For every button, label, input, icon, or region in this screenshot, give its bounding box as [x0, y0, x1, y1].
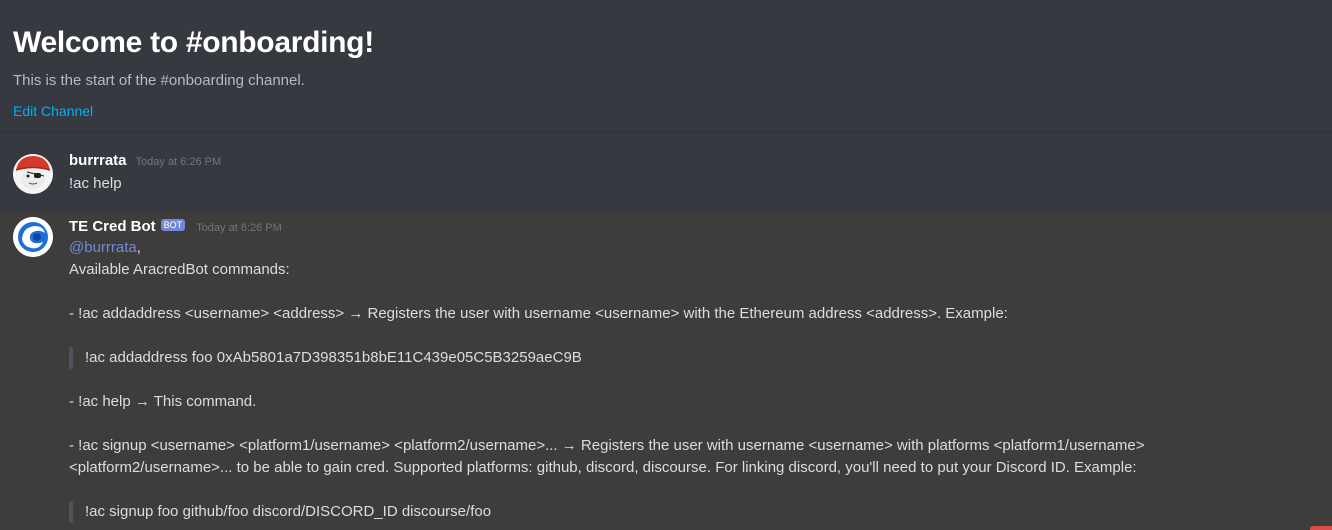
message-content: !ac help	[69, 173, 122, 195]
channel-welcome: Welcome to #onboarding! This is the star…	[0, 0, 1332, 130]
message[interactable]: burrrata Today at 6:26 PM !ac help	[0, 140, 1332, 212]
mention-line: @burrrata,	[69, 237, 1299, 259]
timestamp: Today at 6:26 PM	[135, 156, 222, 168]
timestamp: Today at 6:26 PM	[196, 222, 282, 234]
pirate-avatar-icon[interactable]	[13, 154, 53, 194]
divider	[0, 131, 1332, 132]
welcome-title: Welcome to #onboarding!	[13, 26, 374, 59]
quote-text: !ac signup foo github/foo discord/DISCOR…	[85, 503, 492, 520]
quote-bar	[69, 501, 73, 523]
quote-text: !ac addaddress foo 0xAb5801a7D398351b8bE…	[85, 349, 582, 366]
username[interactable]: TE Cred Bot	[69, 218, 156, 235]
scroll-indicator[interactable]	[1310, 526, 1332, 530]
message-content: @burrrata, Available AracredBot commands…	[69, 237, 1299, 523]
message-line: - !ac addaddress <username> <address> → …	[69, 305, 1008, 322]
user-mention[interactable]: @burrrata	[69, 239, 137, 256]
welcome-subtitle: This is the start of the #onboarding cha…	[13, 72, 305, 89]
message-line: Available AracredBot commands:	[69, 261, 290, 278]
blockquote: !ac signup foo github/foo discord/DISCOR…	[69, 501, 1299, 523]
message-text: !ac help	[69, 175, 122, 192]
edit-channel-link[interactable]: Edit Channel	[13, 103, 93, 119]
message-line: <platform2/username>... to be able to ga…	[69, 459, 1137, 476]
mention-suffix: ,	[136, 239, 141, 256]
message-line: - !ac signup <username> <platform1/usern…	[69, 437, 1145, 454]
bot-badge: BOT	[160, 219, 186, 231]
blockquote: !ac addaddress foo 0xAb5801a7D398351b8bE…	[69, 347, 1299, 369]
username[interactable]: burrrata	[69, 152, 127, 169]
wave-avatar-icon[interactable]	[13, 217, 53, 257]
message[interactable]: TE Cred Bot BOT Today at 6:26 PM @burrra…	[0, 212, 1332, 530]
message-header: TE Cred Bot BOT Today at 6:26 PM	[69, 218, 282, 238]
message-line: - !ac help → This command.	[69, 393, 257, 410]
quote-bar	[69, 347, 73, 369]
message-header: burrrata Today at 6:26 PM	[69, 152, 221, 172]
